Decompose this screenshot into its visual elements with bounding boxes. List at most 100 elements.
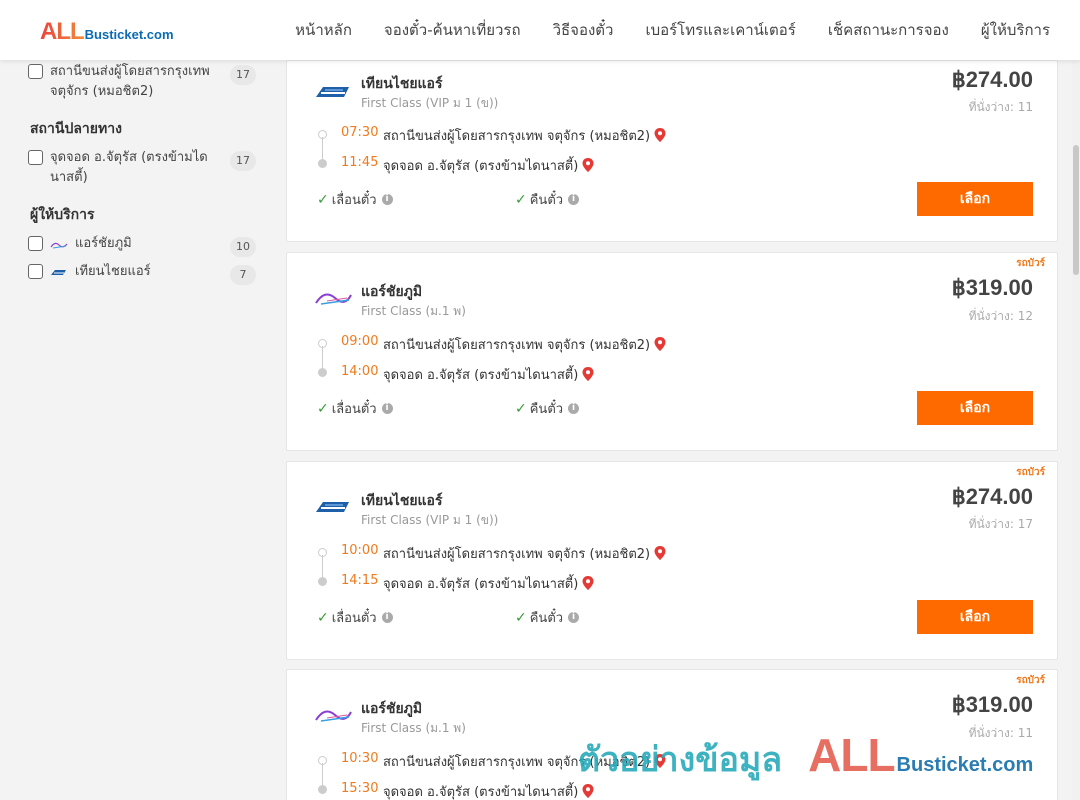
destination-heading: สถานีปลายทาง (30, 121, 122, 137)
promo-badge: รถบัวร์ (1016, 258, 1045, 269)
tianchai-air-logo-icon (51, 270, 66, 275)
tianchai-air-logo-icon (316, 502, 349, 512)
info-icon[interactable]: i (381, 403, 393, 414)
check-icon: ✓ (515, 191, 527, 208)
nav-book-search[interactable]: จองตั๋ว-ค้นหาเที่ยวรถ (384, 18, 521, 42)
check-icon: ✓ (317, 191, 329, 208)
arrive-dot (318, 368, 327, 377)
depart-time: 09:00 (341, 334, 379, 349)
map-pin-icon[interactable] (582, 576, 594, 590)
info-icon[interactable]: i (568, 194, 580, 205)
nav-home[interactable]: หน้าหลัก (295, 18, 352, 42)
map-pin-icon[interactable] (582, 367, 594, 381)
check-icon: ✓ (317, 400, 329, 417)
timeline-line (322, 137, 323, 159)
check-icon: ✓ (515, 400, 527, 417)
map-pin-icon[interactable] (582, 158, 594, 172)
operator-checkbox[interactable] (28, 236, 43, 251)
bus-class: First Class (ม.1 พ) (361, 304, 466, 318)
operator-heading: ผู้ให้บริการ (30, 207, 95, 223)
air-chaiyaphum-logo-icon (50, 242, 68, 249)
logo-all-text: ALL (40, 18, 85, 45)
operator-count: 10 (230, 237, 256, 257)
seats-available: ที่นั่งว่าง: 11 (968, 100, 1033, 114)
bus-class: First Class (VIP ม 1 (ข)) (361, 513, 499, 527)
arrive-place: จุดจอด อ.จัตุรัส (ตรงข้ามไดนาสตี้) (383, 781, 594, 800)
depart-place: สถานีขนส่งผู้โดยสารกรุงเทพ จตุจักร (หมอช… (383, 543, 666, 564)
scrollbar-thumb[interactable] (1073, 145, 1079, 275)
trip-price: ฿274.00 (951, 67, 1033, 92)
filter-operator-item[interactable]: เทียนไชยแอร์ 7 (28, 262, 256, 285)
info-icon[interactable]: i (381, 612, 393, 623)
depart-place: สถานีขนส่งผู้โดยสารกรุงเทพ จตุจักร (หมอช… (383, 125, 666, 146)
arrive-dot (318, 785, 327, 794)
arrive-dot (318, 577, 327, 586)
reschedule-policy[interactable]: ✓ เลื่อนตั๋ว i (317, 189, 393, 210)
watermark-logo-all: ALL (808, 729, 895, 781)
operator-count: 7 (230, 265, 256, 285)
bus-class: First Class (VIP ม 1 (ข)) (361, 96, 499, 110)
air-chaiyaphum-logo-icon (315, 710, 352, 722)
watermark-text: ตัวอย่างข้อมูล (578, 740, 783, 780)
nav-operators[interactable]: ผู้ให้บริการ (981, 18, 1050, 42)
trip-card: เทียนไชยแอร์ First Class (VIP ม 1 (ข)) ฿… (286, 60, 1058, 242)
select-trip-button[interactable]: เลือก (917, 600, 1033, 634)
info-icon[interactable]: i (568, 403, 580, 414)
refund-policy[interactable]: ✓ คืนตั๋ว i (515, 189, 580, 210)
trip-card: รถบัวร์ เทียนไชยแอร์ First Class (VIP ม … (286, 461, 1058, 660)
operator-label: แอร์ชัยภูมิ (75, 236, 132, 251)
seats-available: ที่นั่งว่าง: 17 (968, 517, 1033, 531)
nav-how-to-book[interactable]: วิธีจองตั๋ว (553, 18, 614, 42)
operator-label: เทียนไชยแอร์ (75, 264, 151, 279)
reschedule-policy[interactable]: ✓ เลื่อนตั๋ว i (317, 607, 393, 628)
depart-time: 07:30 (341, 125, 379, 140)
arrive-time: 14:00 (341, 364, 379, 379)
promo-badge: รถบัวร์ (1016, 467, 1045, 478)
origin-count: 17 (230, 65, 256, 85)
refund-policy[interactable]: ✓ คืนตั๋ว i (515, 398, 580, 419)
destination-checkbox[interactable] (28, 150, 43, 165)
filter-operator-item[interactable]: แอร์ชัยภูมิ 10 (28, 234, 256, 257)
watermark-logo-domain: Busticket.com (896, 754, 1034, 776)
depart-time: 10:00 (341, 543, 379, 558)
trip-card: รถบัวร์ แอร์ชัยภูมิ First Class (ม.1 พ) … (286, 252, 1058, 451)
site-logo[interactable]: ALL Busticket.com (40, 18, 174, 46)
operator-checkbox[interactable] (28, 264, 43, 279)
trip-price: ฿319.00 (951, 692, 1033, 717)
arrive-place: จุดจอด อ.จัตุรัส (ตรงข้ามไดนาสตี้) (383, 573, 594, 594)
map-pin-icon[interactable] (582, 784, 594, 798)
operator-name: แอร์ชัยภูมิ (361, 284, 423, 300)
destination-count: 17 (230, 151, 256, 171)
check-icon: ✓ (515, 609, 527, 626)
map-pin-icon[interactable] (654, 337, 666, 351)
arrive-time: 14:15 (341, 573, 379, 588)
timeline-line (322, 346, 323, 368)
map-pin-icon[interactable] (654, 546, 666, 560)
promo-badge: รถบัวร์ (1016, 675, 1045, 686)
reschedule-policy[interactable]: ✓ เลื่อนตั๋ว i (317, 398, 393, 419)
operator-name: เทียนไชยแอร์ (361, 493, 443, 509)
logo-domain-text: Busticket.com (84, 27, 174, 42)
timeline-line (322, 555, 323, 577)
select-trip-button[interactable]: เลือก (917, 182, 1033, 216)
origin-checkbox[interactable] (28, 64, 43, 79)
arrive-place: จุดจอด อ.จัตุรัส (ตรงข้ามไดนาสตี้) (383, 364, 594, 385)
nav-check-booking[interactable]: เช็คสถานะการจอง (828, 18, 949, 42)
trip-price: ฿319.00 (951, 275, 1033, 300)
arrive-time: 15:30 (341, 781, 379, 796)
info-icon[interactable]: i (381, 194, 393, 205)
select-trip-button[interactable]: เลือก (917, 391, 1033, 425)
depart-time: 10:30 (341, 751, 379, 766)
filter-origin-item[interactable]: สถานีขนส่งผู้โดยสารกรุงเทพ จตุจักร (หมอช… (28, 62, 256, 102)
check-icon: ✓ (317, 609, 329, 626)
destination-label: จุดจอด อ.จัตุรัส (ตรงข้ามไดนาสตี้) (50, 150, 208, 185)
nav-phone-counter[interactable]: เบอร์โทรและเคาน์เตอร์ (645, 18, 795, 42)
air-chaiyaphum-logo-icon (315, 293, 352, 305)
tianchai-air-logo-icon (316, 87, 349, 97)
page-scrollbar[interactable] (1072, 60, 1080, 800)
info-icon[interactable]: i (568, 612, 580, 623)
top-header: ALL Busticket.com หน้าหลัก จองตั๋ว-ค้นหา… (0, 0, 1080, 60)
refund-policy[interactable]: ✓ คืนตั๋ว i (515, 607, 580, 628)
map-pin-icon[interactable] (654, 128, 666, 142)
filter-destination-item[interactable]: จุดจอด อ.จัตุรัส (ตรงข้ามไดนาสตี้) 17 (28, 148, 256, 188)
